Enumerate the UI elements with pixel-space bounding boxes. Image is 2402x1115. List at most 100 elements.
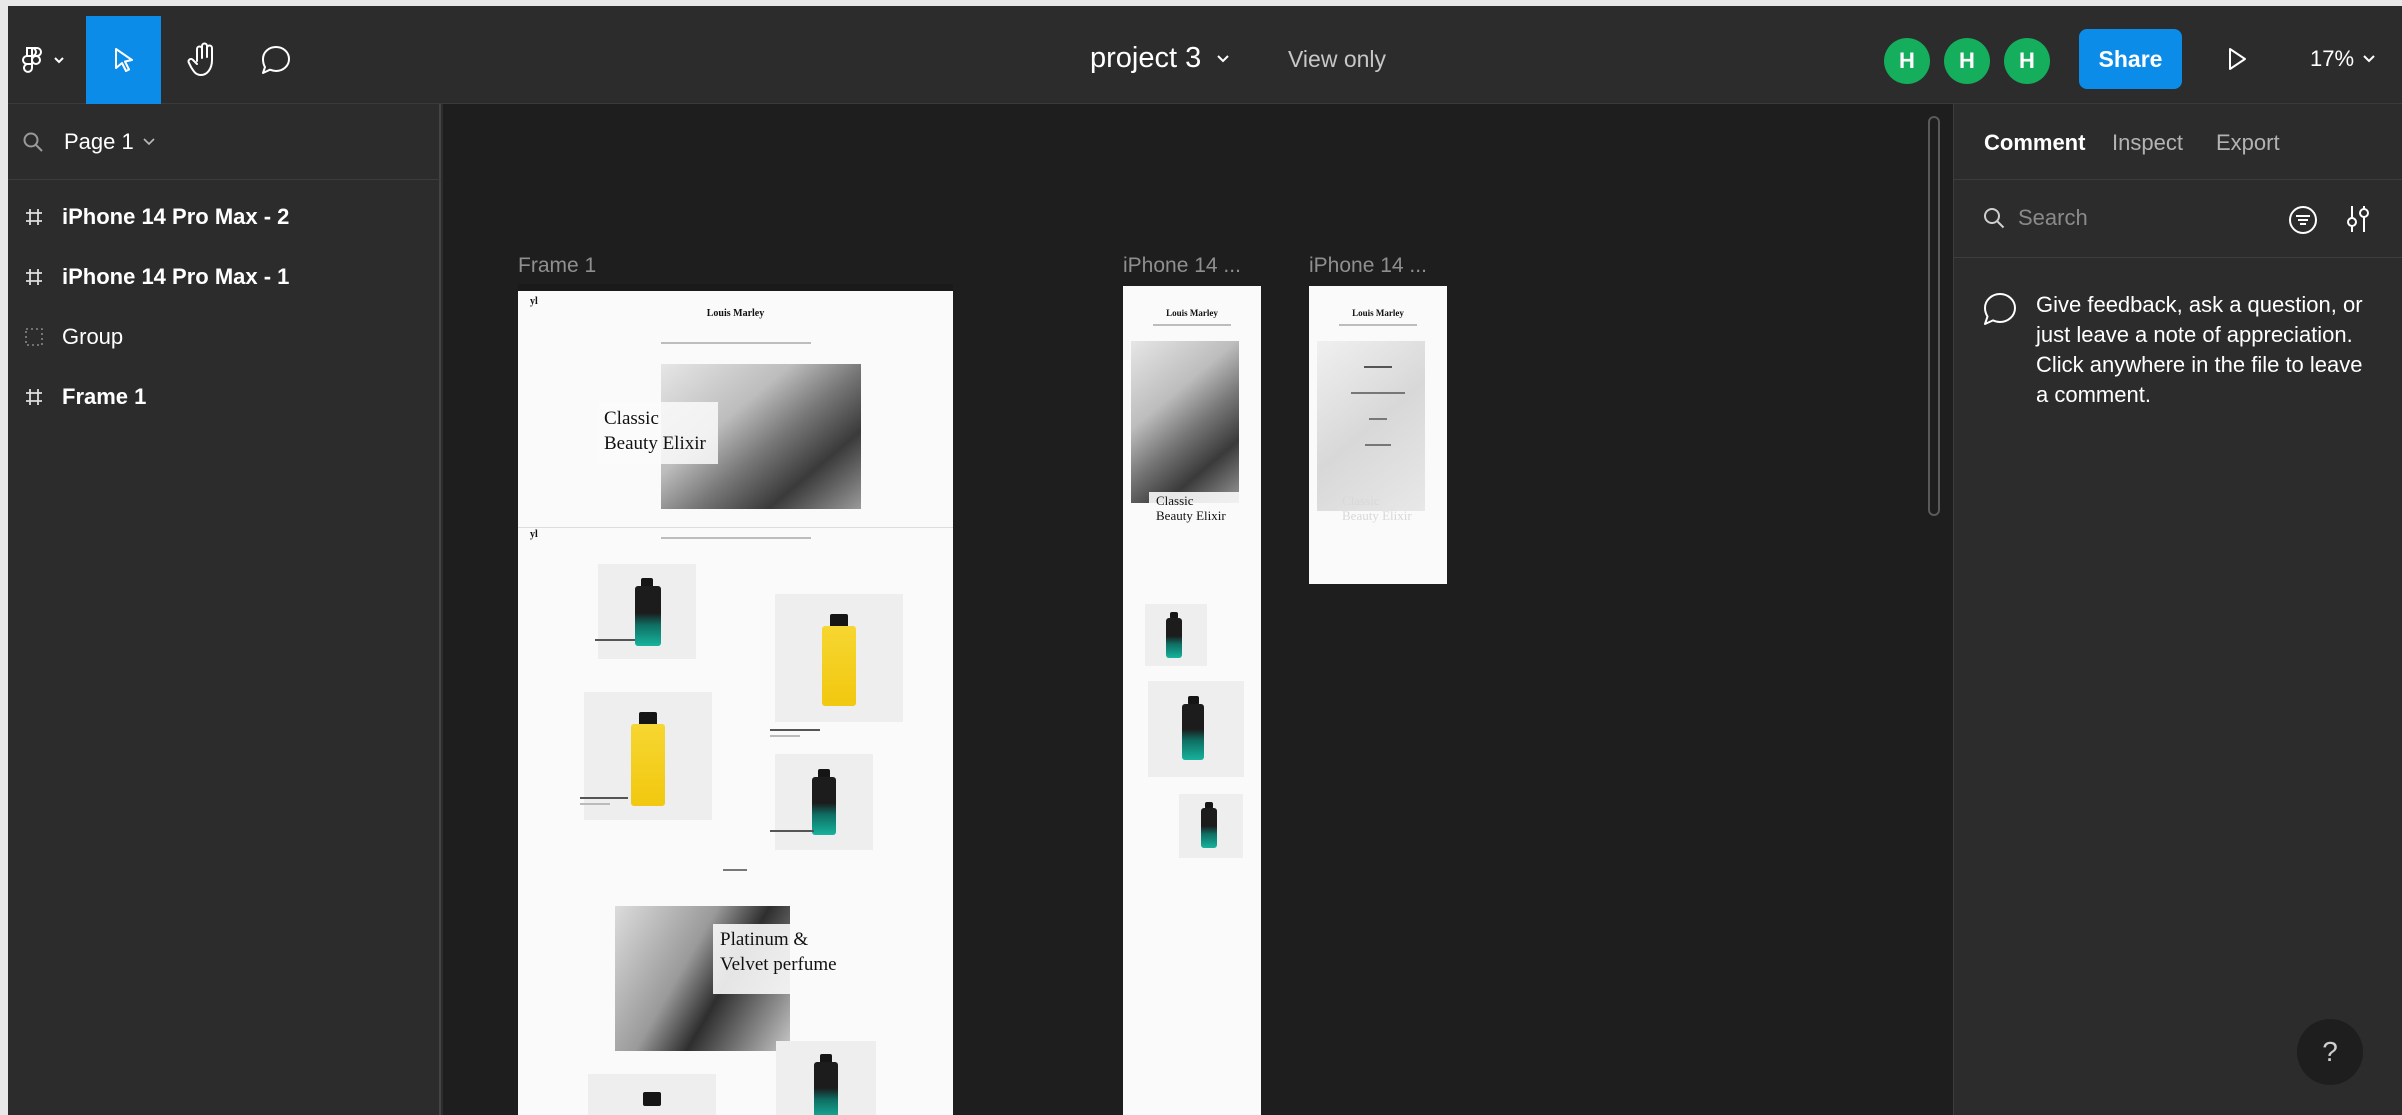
sliders-icon[interactable] — [2343, 202, 2373, 236]
layer-frame-1[interactable]: Frame 1 — [8, 367, 441, 427]
help-button[interactable]: ? — [2297, 1019, 2363, 1085]
menu-item — [1351, 392, 1405, 394]
site-nav — [661, 342, 811, 344]
chevron-down-icon — [2363, 55, 2375, 63]
iphone-14-pro-max-1-preview[interactable]: Louis Marley Classic Beauty Elixir — [1123, 286, 1261, 1115]
comment-tool-button[interactable] — [240, 16, 312, 104]
canvas-scrollbar[interactable] — [1928, 116, 1940, 516]
site-nav — [661, 537, 811, 539]
menu-item — [1364, 366, 1392, 368]
frame-hash-icon — [22, 387, 46, 407]
avatar[interactable]: H — [1944, 38, 1990, 84]
product-price — [580, 803, 610, 805]
comment-search-bar — [1954, 180, 2402, 258]
iphone-14-pro-max-2-preview[interactable]: Louis Marley Classic Beauty Elixir — [1309, 286, 1447, 584]
site-logo: yl — [530, 296, 538, 307]
hero-title-line1: Classic — [604, 408, 659, 429]
brand-name: Louis Marley — [1166, 308, 1218, 318]
perfume-bottle — [631, 724, 665, 806]
zoom-dropdown[interactable]: 17% — [2310, 46, 2376, 72]
hero-title-line2: Beauty Elixir — [604, 433, 706, 454]
layer-label: Frame 1 — [62, 384, 147, 409]
tab-export[interactable]: Export — [2216, 130, 2280, 156]
product-price — [770, 735, 800, 737]
hero-title-line1: Classic — [1156, 493, 1194, 508]
main-menu-button[interactable] — [8, 16, 80, 104]
filter-icon[interactable] — [2287, 204, 2319, 236]
frame-hash-icon — [22, 267, 46, 287]
frame-1-preview[interactable]: yl Louis Marley Classic Beauty Elixir yl — [518, 284, 953, 1115]
site-logo: yl — [530, 529, 538, 540]
file-title-dropdown[interactable]: project 3 — [1090, 42, 1231, 75]
frame-hash-icon — [22, 207, 46, 227]
perfume-bottle — [812, 777, 836, 835]
group-dashed-icon — [22, 327, 46, 347]
figma-app-window: project 3 View only H H H Share 17% Page… — [8, 6, 2402, 1115]
view-more-link — [723, 869, 747, 871]
panel-tabs: Comment Inspect Export — [1954, 104, 2402, 180]
frame-label[interactable]: iPhone 14 ... — [1309, 254, 1427, 278]
perfume-bottle — [635, 586, 661, 646]
brand-name: Louis Marley — [706, 308, 765, 319]
site-nav — [1153, 324, 1231, 326]
zoom-level: 17% — [2310, 46, 2355, 71]
access-mode-label: View only — [1288, 46, 1387, 72]
layer-label: iPhone 14 Pro Max - 2 — [62, 204, 290, 229]
ghost-title-line2: Beauty Elixir — [1342, 508, 1412, 523]
perfume-bottle — [1166, 618, 1182, 658]
page-selector[interactable]: Page 1 — [8, 104, 441, 180]
file-title: project 3 — [1090, 42, 1202, 74]
search-icon — [1984, 208, 2005, 229]
comment-icon — [262, 46, 290, 74]
hero-title-line2: Beauty Elixir — [1156, 508, 1226, 523]
share-button[interactable]: Share — [2079, 29, 2182, 89]
frame-label[interactable]: iPhone 14 ... — [1123, 254, 1241, 278]
play-icon — [2229, 48, 2246, 70]
product-label — [770, 729, 820, 731]
section-divider — [518, 527, 953, 528]
brand-name: Louis Marley — [1352, 308, 1404, 318]
frame-label[interactable]: Frame 1 — [518, 254, 596, 278]
site-nav — [1339, 324, 1417, 326]
comment-hint-text: Give feedback, ask a question, or just l… — [2036, 292, 2363, 407]
perfume-bottle — [1182, 704, 1204, 760]
ghost-title-line1: Classic — [1342, 493, 1380, 508]
search-icon[interactable] — [22, 131, 44, 153]
perfume-bottle — [1201, 808, 1217, 848]
comment-hint: Give feedback, ask a question, or just l… — [1982, 290, 2376, 410]
layer-group[interactable]: Group — [8, 307, 441, 367]
perfume-bottle — [822, 626, 856, 706]
design-canvas[interactable]: Frame 1 iPhone 14 ... iPhone 14 ... yl L… — [443, 104, 1953, 1115]
comment-search-input[interactable] — [2018, 202, 2258, 234]
avatar[interactable]: H — [2004, 38, 2050, 84]
avatar[interactable]: H — [1884, 38, 1930, 84]
move-tool-button[interactable] — [86, 16, 161, 104]
layer-iphone-14-pro-max-2[interactable]: iPhone 14 Pro Max - 2 — [8, 187, 441, 247]
announcement-bar — [518, 284, 953, 291]
hero-image — [1131, 341, 1239, 503]
chevron-down-icon — [143, 137, 155, 145]
page-name: Page 1 — [64, 128, 134, 154]
tab-comment[interactable]: Comment — [1984, 130, 2085, 156]
layer-label: iPhone 14 Pro Max - 1 — [62, 264, 290, 289]
comment-bubble-icon — [1984, 293, 2016, 325]
product-label — [595, 639, 635, 641]
feature-title-line1: Platinum & — [720, 929, 809, 950]
layers-panel: Page 1 iPhone 14 Pro Max - 2 iPhone 14 P… — [8, 104, 441, 1115]
hand-icon — [187, 42, 213, 76]
chevron-down-icon — [1217, 54, 1229, 62]
present-button[interactable] — [2223, 44, 2251, 79]
perfume-bottle — [814, 1062, 838, 1115]
layer-label: Group — [62, 324, 124, 349]
properties-panel: Comment Inspect Export Give — [1953, 104, 2402, 1115]
hand-tool-button[interactable] — [168, 16, 240, 104]
layer-iphone-14-pro-max-1[interactable]: iPhone 14 Pro Max - 1 — [8, 247, 441, 307]
bottle-cap — [643, 1092, 661, 1106]
chevron-down-icon — [54, 57, 64, 64]
tab-inspect[interactable]: Inspect — [2112, 130, 2183, 156]
product-label — [580, 797, 628, 799]
cursor-icon — [114, 48, 133, 72]
product-label — [770, 830, 814, 832]
top-toolbar: project 3 View only H H H Share 17% — [8, 6, 2402, 104]
feature-title-line2: Velvet perfume — [720, 954, 837, 975]
